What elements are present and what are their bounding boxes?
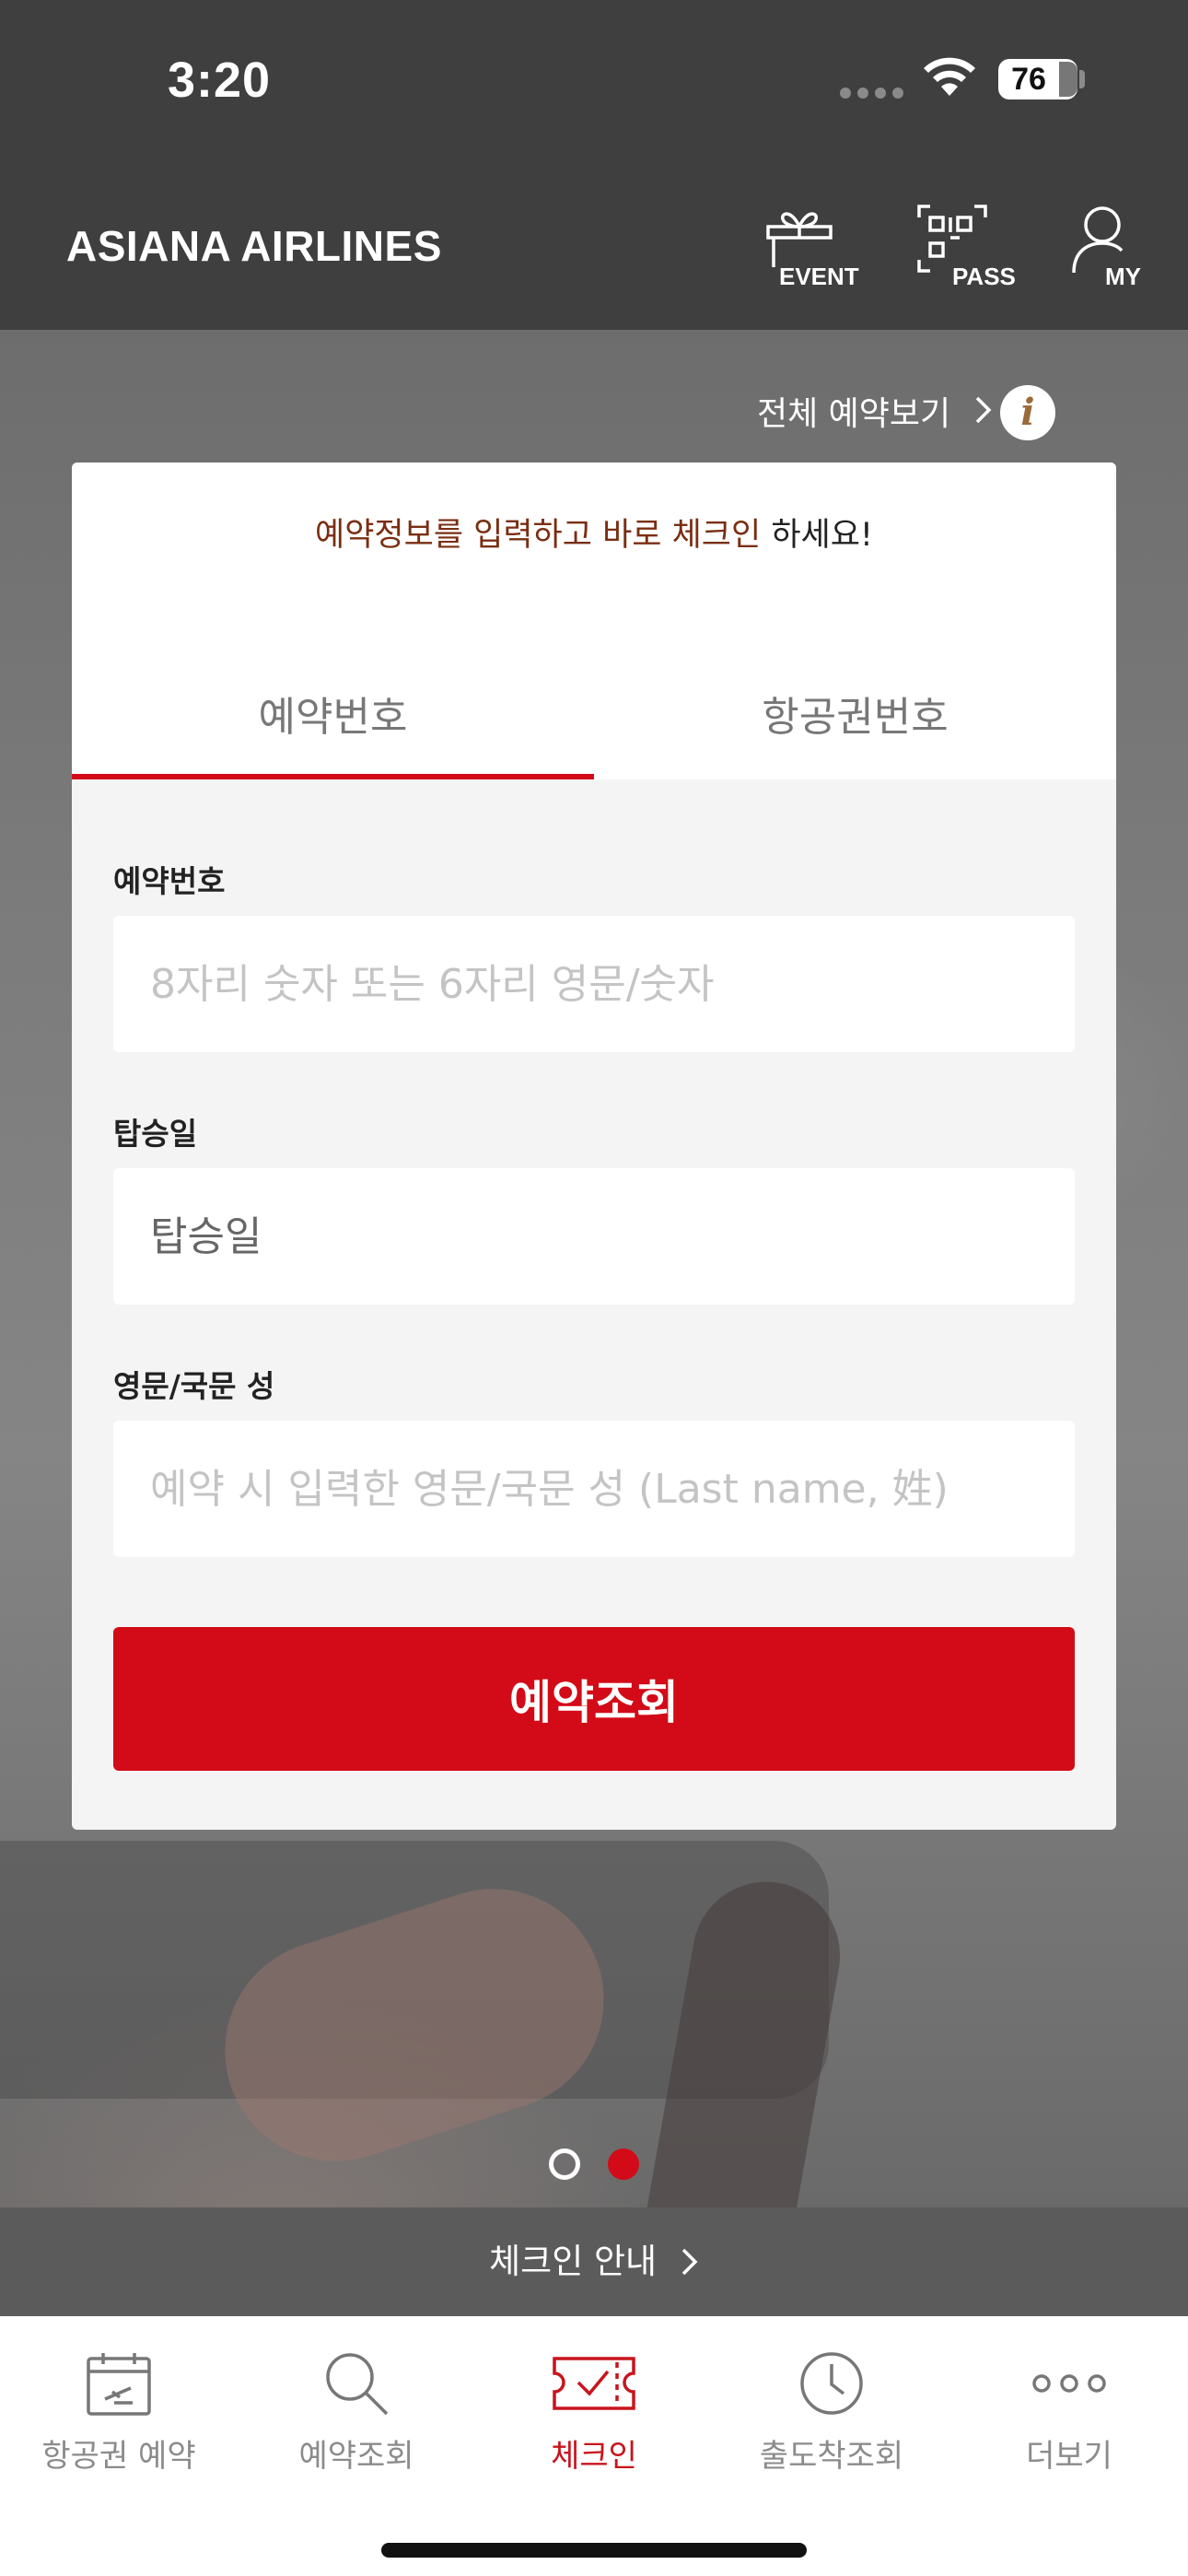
brand-logo: ASIANA AIRLINES — [66, 222, 442, 270]
battery-cap — [1079, 70, 1085, 88]
last-name-input[interactable] — [113, 1421, 1075, 1557]
more-dots-icon — [1032, 2374, 1106, 2393]
tab-more[interactable]: 더보기 — [950, 2335, 1188, 2500]
ticket-check-icon — [553, 2357, 635, 2410]
battery-level: 76 — [1011, 62, 1046, 97]
bottom-tab-bar: 항공권 예약 예약조회 체크인 출도착조회 더보기 — [0, 2316, 1188, 2576]
my-label: MY — [1105, 263, 1141, 290]
info-icon[interactable]: i — [1000, 385, 1055, 440]
tab-checkin-label: 체크인 — [551, 2438, 637, 2475]
search-type-tabs: 예약번호 항공권번호 — [72, 667, 1116, 779]
view-all-label: 전체 예약보기 — [757, 395, 951, 433]
last-name-label: 영문/국문 성 — [113, 1368, 275, 1404]
event-button[interactable]: EVENT — [764, 205, 859, 297]
tab-flight-status-label: 출도착조회 — [759, 2438, 904, 2475]
promo-accent: 예약정보를 입력하고 바로 체크인 — [315, 517, 762, 554]
search-icon — [326, 2353, 389, 2416]
pager-dot-2-active[interactable] — [608, 2149, 639, 2180]
pass-label: PASS — [952, 263, 1016, 290]
checkin-guide-label: 체크인 안내 — [489, 2242, 658, 2281]
my-button[interactable]: MY — [1070, 205, 1162, 297]
boarding-date-input[interactable] — [113, 1168, 1075, 1305]
chevron-right-icon — [681, 2248, 698, 2276]
tab-ticket-number[interactable]: 항공권번호 — [594, 667, 1116, 779]
tab-checkin[interactable]: 체크인 — [475, 2335, 713, 2500]
clock-icon — [800, 2352, 863, 2415]
checkin-guide-link[interactable]: 체크인 안내 — [0, 2207, 1188, 2316]
wifi-icon — [924, 57, 975, 96]
home-indicator — [381, 2543, 807, 2558]
checkin-card: 예약정보를 입력하고 바로 체크인 하세요! 예약번호 항공권번호 예약번호 탑… — [72, 463, 1116, 1830]
boarding-date-label: 탑승일 — [113, 1116, 198, 1152]
tab-booking-search-label: 예약조회 — [298, 2438, 414, 2475]
tab-flight-booking[interactable]: 항공권 예약 — [0, 2335, 238, 2500]
pager-dot-1[interactable] — [549, 2149, 580, 2180]
gift-icon — [766, 212, 833, 267]
tab-booking-search[interactable]: 예약조회 — [238, 2335, 475, 2500]
tab-booking-number[interactable]: 예약번호 — [72, 667, 594, 779]
pass-button[interactable]: PASS — [917, 205, 1016, 297]
status-time: 3:20 — [168, 53, 272, 108]
promo-text: 예약정보를 입력하고 바로 체크인 하세요! — [72, 509, 1116, 556]
promo-rest: 하세요! — [761, 517, 873, 554]
tab-flight-status[interactable]: 출도착조회 — [713, 2335, 950, 2500]
app-header: ASIANA AIRLINES EVENT PASS MY — [0, 166, 1188, 330]
calendar-plane-icon — [87, 2353, 151, 2416]
booking-number-input[interactable] — [113, 916, 1075, 1052]
view-all-bookings-link[interactable]: 전체 예약보기 — [757, 389, 993, 440]
event-label: EVENT — [779, 263, 859, 290]
card-header: 예약정보를 입력하고 바로 체크인 하세요! 예약번호 항공권번호 — [72, 463, 1116, 779]
search-booking-button[interactable]: 예약조회 — [113, 1627, 1075, 1771]
battery-icon: 76 — [998, 59, 1077, 100]
status-bar: 3:20 76 — [0, 0, 1188, 166]
booking-number-label: 예약번호 — [113, 863, 226, 899]
chevron-right-icon — [975, 396, 992, 424]
tab-more-label: 더보기 — [1026, 2438, 1112, 2475]
tab-flight-booking-label: 항공권 예약 — [41, 2438, 196, 2475]
signal-dots-icon — [840, 85, 910, 102]
